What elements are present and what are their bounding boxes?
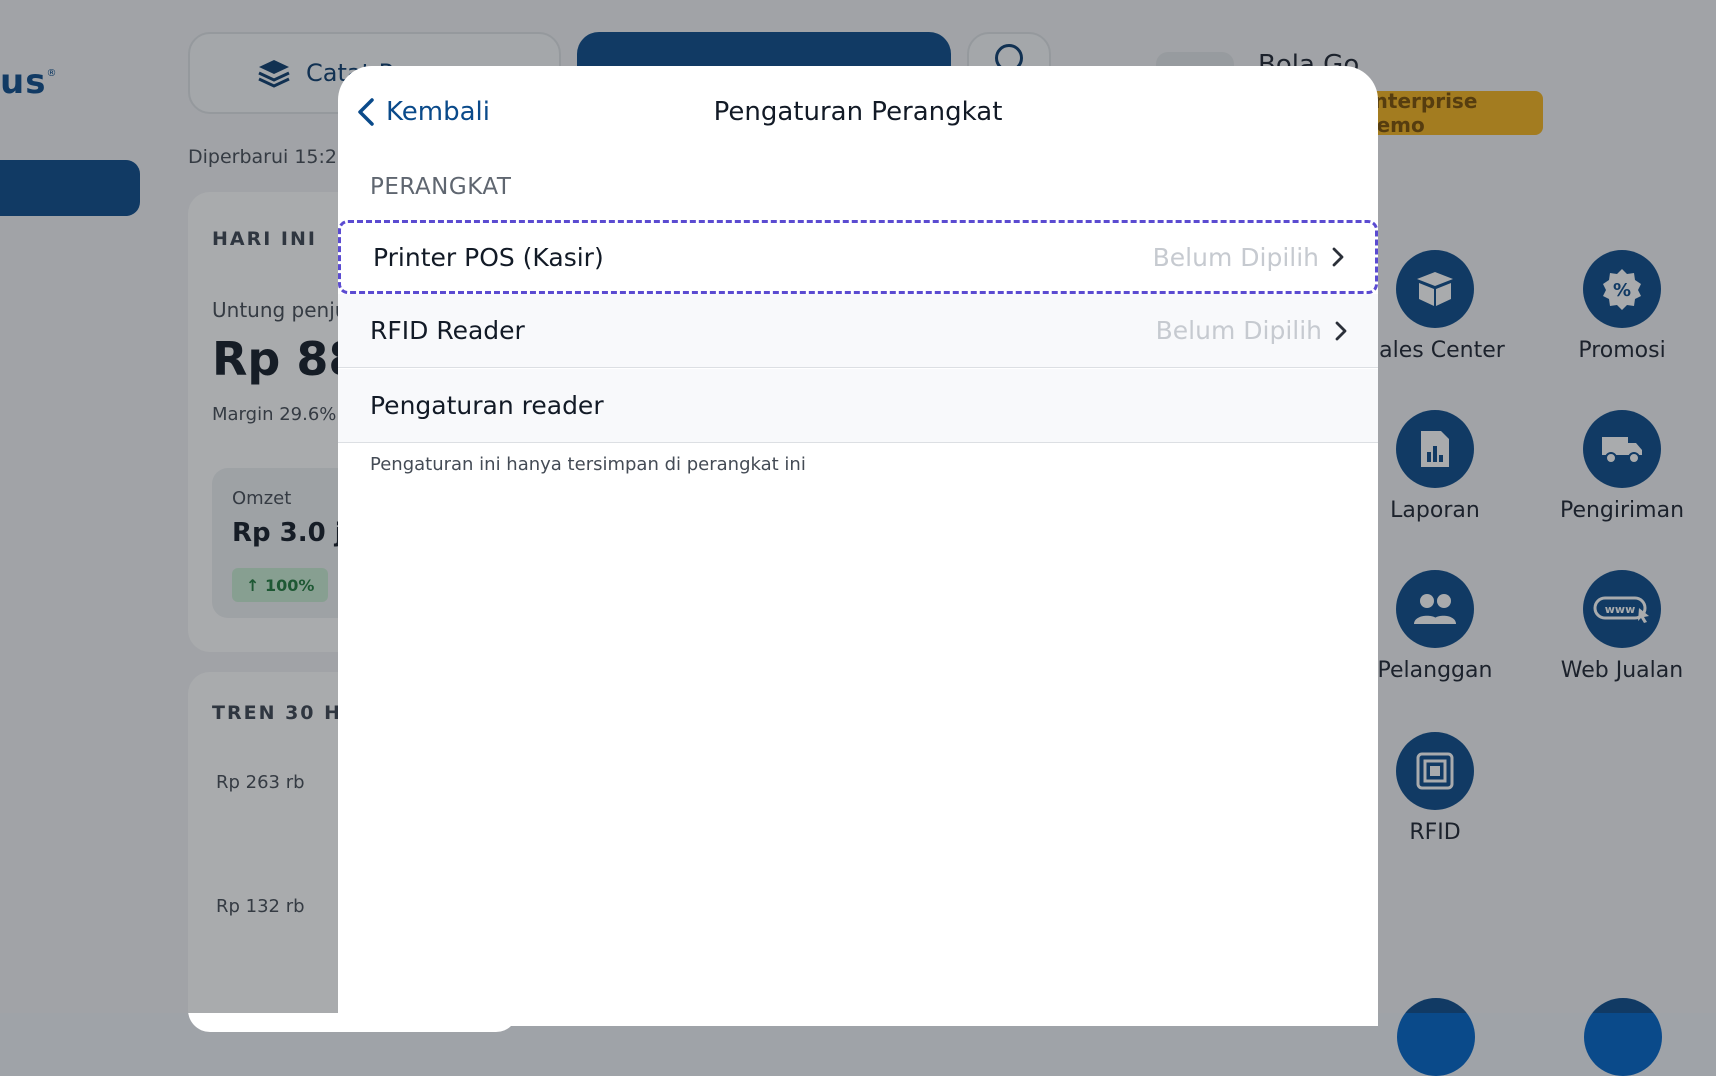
- settings-footnote: Pengaturan ini hanya tersimpan di perang…: [370, 454, 806, 475]
- row-value: Belum Dipilih: [1152, 242, 1319, 272]
- modal-header: Kembali Pengaturan Perangkat: [338, 66, 1378, 146]
- row-label: Printer POS (Kasir): [373, 242, 604, 272]
- row-label: Pengaturan reader: [370, 391, 604, 420]
- printer-pos-row[interactable]: Printer POS (Kasir) Belum Dipilih: [338, 220, 1378, 294]
- row-label: RFID Reader: [370, 316, 525, 345]
- chevron-right-icon: [1335, 321, 1347, 340]
- section-label: PERANGKAT: [370, 174, 512, 200]
- rfid-reader-row[interactable]: RFID Reader Belum Dipilih: [338, 294, 1378, 368]
- row-value: Belum Dipilih: [1155, 316, 1322, 345]
- reader-settings-row[interactable]: Pengaturan reader: [338, 369, 1378, 443]
- modal-title: Pengaturan Perangkat: [713, 97, 1003, 127]
- device-settings-modal: Kembali Pengaturan Perangkat PERANGKAT P…: [338, 66, 1378, 1026]
- chevron-right-icon: [1332, 247, 1344, 267]
